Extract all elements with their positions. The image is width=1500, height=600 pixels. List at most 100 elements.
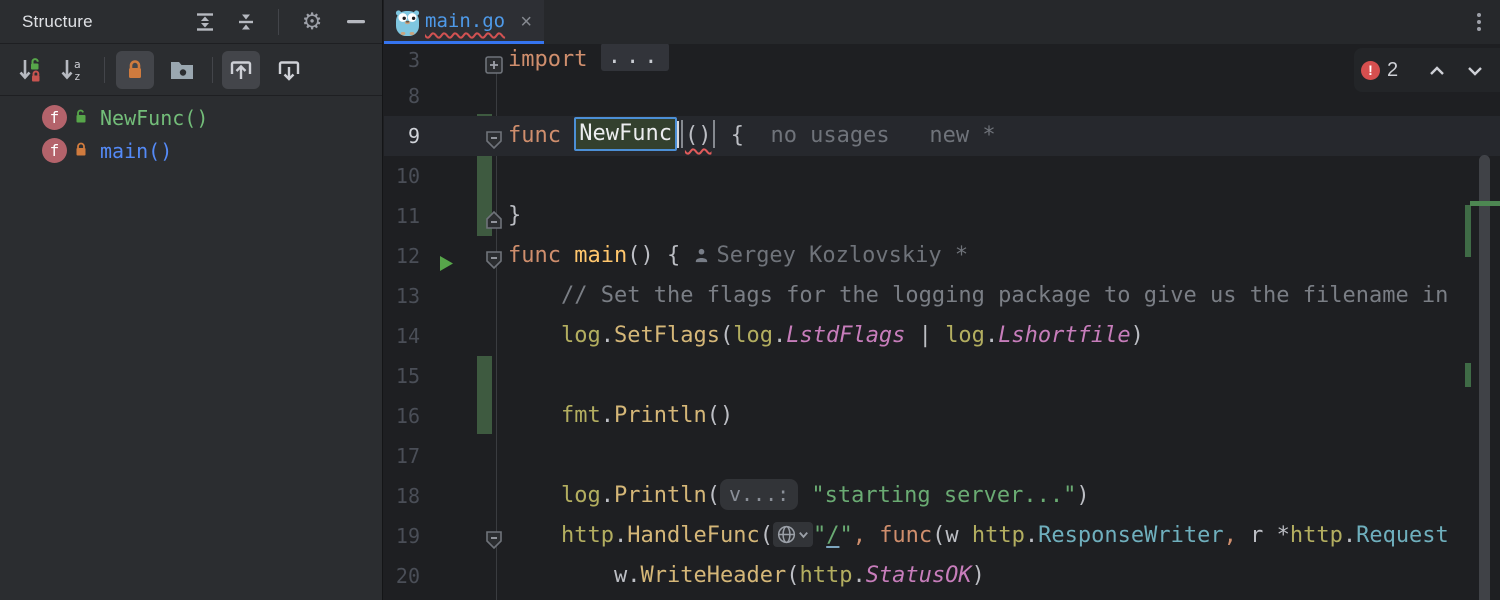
- collapse-all-icon[interactable]: [234, 11, 258, 33]
- url-globe-inlay-icon[interactable]: [773, 522, 813, 547]
- code-token: http: [1290, 523, 1343, 548]
- code-line-14[interactable]: 14log.SetFlags(log.LstdFlags | log.Lshor…: [384, 316, 1500, 356]
- code-line-16[interactable]: 16fmt.Println(): [384, 396, 1500, 436]
- lock-icon[interactable]: [116, 51, 154, 89]
- code-line-3[interactable]: 3import ...: [384, 44, 1500, 80]
- code-token: fmt: [561, 403, 601, 428]
- code-token: // Set the flags for the logging package…: [561, 283, 1448, 308]
- code-line-10[interactable]: 10: [384, 156, 1500, 196]
- structure-panel-title: Structure: [22, 0, 93, 44]
- structure-item-list: f NewFunc() fmain(): [0, 96, 382, 167]
- code-token: ,: [853, 523, 880, 548]
- code-token: .: [601, 323, 614, 348]
- expand-all-icon[interactable]: [193, 11, 217, 33]
- sort-alphabetically-icon[interactable]: a z: [53, 51, 91, 89]
- code-line-20[interactable]: 20w.WriteHeader(http.StatusOK): [384, 556, 1500, 596]
- structure-panel: Structure ⚙: [0, 0, 383, 600]
- code-line-12[interactable]: 12func main() { Sergey Kozlovskiy *: [384, 236, 1500, 276]
- parameter-hint-inlay: v...:: [720, 479, 798, 510]
- code-line-18[interactable]: 18log.Println(v...: "starting server..."…: [384, 476, 1500, 516]
- toolbar-separator-2: [212, 57, 213, 83]
- code-author-inlay[interactable]: Sergey Kozlovskiy *: [693, 243, 968, 268]
- structure-item-label: NewFunc(): [100, 106, 208, 130]
- code-token: http: [561, 523, 614, 548]
- code-line-8[interactable]: 8: [384, 76, 1500, 116]
- code-token: .: [627, 563, 640, 588]
- code-line-13[interactable]: 13// Set the flags for the logging packa…: [384, 276, 1500, 316]
- code-token: ): [1076, 483, 1089, 508]
- tab-close-icon[interactable]: ×: [520, 0, 532, 44]
- code-token: Println: [614, 483, 707, 508]
- error-squiggle-text: (): [685, 123, 712, 148]
- header-separator: [278, 9, 279, 35]
- code-line-9[interactable]: 9func NewFunc() { no usages new *: [384, 116, 1500, 156]
- autoscroll-from-source-icon[interactable]: [270, 51, 308, 89]
- next-problem-chevron-down-icon[interactable]: [1464, 60, 1486, 82]
- svg-text:z: z: [74, 70, 81, 83]
- code-token: HandleFunc: [627, 523, 759, 548]
- code-token: .: [773, 323, 786, 348]
- function-icon: f: [42, 105, 67, 130]
- code-line-19[interactable]: 19http.HandleFunc("/", func(w http.Respo…: [384, 516, 1500, 556]
- error-stripe-change-mark[interactable]: [1465, 363, 1471, 387]
- code-token: func: [508, 123, 574, 148]
- code-token: {: [717, 123, 757, 148]
- settings-gear-icon[interactable]: ⚙: [300, 11, 324, 33]
- error-circle-icon: !: [1361, 61, 1380, 80]
- inspection-widget: ! 2: [1354, 48, 1500, 92]
- line-number: 12: [384, 236, 420, 276]
- code-token: log: [945, 323, 985, 348]
- scrollbar-change-dash: [1470, 201, 1500, 206]
- person-icon: [693, 243, 716, 268]
- prev-problem-chevron-up-icon[interactable]: [1426, 60, 1448, 82]
- structure-item-main[interactable]: fmain(): [0, 134, 382, 167]
- line-number: 8: [384, 76, 420, 116]
- code-token: LstdFlags: [786, 323, 905, 348]
- rename-template-field[interactable]: NewFunc: [574, 117, 677, 151]
- code-token: main: [574, 243, 627, 268]
- line-number: 14: [384, 316, 420, 356]
- code-token: .: [1025, 523, 1038, 548]
- line-number: 17: [384, 436, 420, 476]
- line-number: 10: [384, 156, 420, 196]
- code-token: (w: [932, 523, 972, 548]
- hide-minus-icon[interactable]: [344, 11, 368, 33]
- autoscroll-to-source-icon[interactable]: [222, 51, 260, 89]
- public-open-lock-icon: [73, 106, 90, 130]
- code-token: no usages: [757, 123, 889, 148]
- private-lock-icon: [73, 139, 90, 163]
- code-editor[interactable]: 3import ...89func NewFunc() { no usages …: [384, 44, 1500, 600]
- text-caret: [677, 121, 679, 148]
- tab-main-go[interactable]: main.go ×: [384, 0, 544, 44]
- line-number: 16: [384, 396, 420, 436]
- vertical-scrollbar[interactable]: [1479, 155, 1490, 600]
- line-number: 9: [384, 116, 420, 156]
- code-token: Request: [1356, 523, 1449, 548]
- code-token: log: [561, 483, 601, 508]
- code-token: http: [799, 563, 852, 588]
- sort-by-visibility-icon[interactable]: [11, 51, 49, 89]
- code-line-11[interactable]: 11}: [384, 196, 1500, 236]
- code-line-17[interactable]: 17: [384, 436, 1500, 476]
- code-token: w: [614, 563, 627, 588]
- kebab-menu-icon[interactable]: [1472, 11, 1486, 33]
- show-fields-folder-icon[interactable]: [163, 51, 201, 89]
- line-number: 19: [384, 516, 420, 556]
- code-token: .: [601, 483, 614, 508]
- code-token: .: [1343, 523, 1356, 548]
- code-token: func: [879, 523, 932, 548]
- code-token: (): [707, 403, 734, 428]
- code-token: (: [720, 323, 733, 348]
- folded-region-badge[interactable]: ...: [601, 44, 670, 71]
- code-token: ": [839, 523, 852, 548]
- error-stripe-change-mark[interactable]: [1465, 205, 1471, 257]
- code-token: ResponseWriter: [1038, 523, 1223, 548]
- code-line-15[interactable]: 15: [384, 356, 1500, 396]
- code-token: func: [508, 243, 574, 268]
- code-token: SetFlags: [614, 323, 720, 348]
- code-token: /: [826, 523, 839, 548]
- code-token: WriteHeader: [641, 563, 787, 588]
- ide-window: Structure ⚙: [0, 0, 1500, 600]
- code-token: r *: [1250, 523, 1290, 548]
- structure-item-newfunc[interactable]: f NewFunc(): [0, 101, 382, 134]
